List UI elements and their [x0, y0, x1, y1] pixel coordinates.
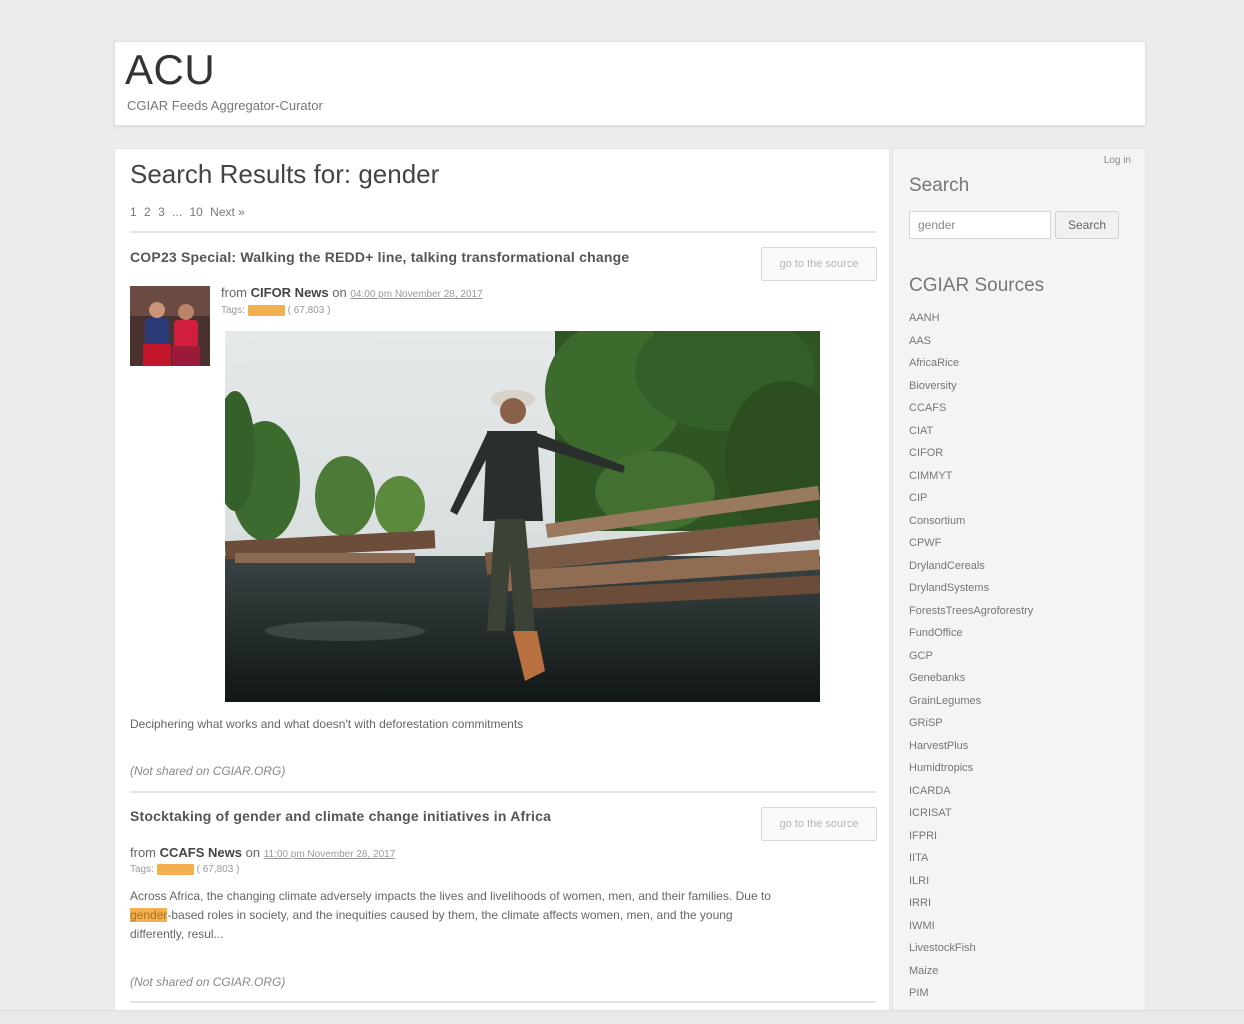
not-shared-note: (Not shared on CGIAR.ORG)	[130, 975, 286, 989]
source-link[interactable]: PIM	[909, 982, 1033, 1005]
post-excerpt: Deciphering what works and what doesn't …	[130, 717, 524, 731]
login-link[interactable]: Log in	[1104, 155, 1131, 166]
source-link[interactable]: AfricaRice	[909, 352, 1033, 375]
source-link[interactable]: ICRISAT	[909, 802, 1033, 825]
source-link[interactable]: GRiSP	[909, 712, 1033, 735]
search-heading: Search	[909, 175, 970, 196]
source-link[interactable]: CIMMYT	[909, 465, 1033, 488]
source-link[interactable]: CIFOR News	[251, 285, 329, 300]
tag-link[interactable]: gender	[247, 305, 285, 316]
go-to-source-button[interactable]: go to the source	[761, 807, 877, 841]
source-link[interactable]: IITA	[909, 847, 1033, 870]
bottom-scrollbar[interactable]	[0, 1010, 1244, 1024]
divider	[130, 1001, 876, 1003]
page-link-3[interactable]: 3	[158, 205, 165, 219]
post-image[interactable]	[225, 331, 820, 702]
main-content: Search Results for: gender 1 2 3 ... 10 …	[114, 148, 890, 1024]
post-tags: Tags: gender ( 67,803 )	[130, 864, 240, 875]
post-title-link[interactable]: COP23 Special: Walking the REDD+ line, t…	[130, 249, 629, 265]
post-date-link[interactable]: 04:00 pm November 28, 2017	[350, 289, 482, 300]
sources-heading: CGIAR Sources	[909, 275, 1045, 296]
pagination: 1 2 3 ... 10 Next »	[130, 205, 249, 219]
post-date-link[interactable]: 11:00 pm November 28, 2017	[264, 849, 396, 860]
source-link[interactable]: CIP	[909, 487, 1033, 510]
source-link[interactable]: ForestsTreesAgroforestry	[909, 600, 1033, 623]
page-title: Search Results for: gender	[130, 159, 440, 189]
site-tagline: CGIAR Feeds Aggregator-Curator	[127, 98, 323, 113]
source-link[interactable]: AANH	[909, 307, 1033, 330]
post-tags: Tags: gender ( 67,803 )	[221, 305, 331, 316]
source-link[interactable]: CPWF	[909, 532, 1033, 555]
source-link[interactable]: Bioversity	[909, 375, 1033, 398]
tag-count: ( 67,803 )	[196, 864, 240, 875]
sources-list: AANH AAS AfricaRice Bioversity CCAFS CIAT CIFO…	[909, 307, 1033, 1024]
source-link[interactable]: GrainLegumes	[909, 690, 1033, 713]
source-link[interactable]: CIFOR	[909, 442, 1033, 465]
source-link[interactable]: Maize	[909, 960, 1033, 983]
page-link-1[interactable]: 1	[130, 205, 137, 219]
post-meta: from CCAFS News on 11:00 pm November 28,…	[130, 845, 396, 860]
not-shared-note: (Not shared on CGIAR.ORG)	[130, 764, 286, 778]
next-page-link[interactable]: Next »	[210, 205, 245, 219]
search-term-highlight: gender	[130, 908, 168, 922]
divider	[130, 791, 876, 793]
sidebar: Log in Search Search CGIAR Sources AANHA…	[892, 148, 1146, 1024]
source-link[interactable]: AAS	[909, 330, 1033, 353]
post-excerpt: Across Africa, the changing climate adve…	[130, 889, 771, 941]
page-ellipsis: ...	[172, 205, 183, 219]
source-link[interactable]: CCAFS News	[160, 845, 242, 860]
site-title[interactable]: ACU	[125, 46, 215, 94]
source-link[interactable]: IFPRI	[909, 825, 1033, 848]
source-link[interactable]: ICARDA	[909, 780, 1033, 803]
divider	[130, 231, 876, 233]
source-link[interactable]: GCP	[909, 645, 1033, 668]
tag-link[interactable]: gender	[156, 864, 194, 875]
source-link[interactable]: ILRI	[909, 870, 1033, 893]
source-link[interactable]: DrylandSystems	[909, 577, 1033, 600]
search-button[interactable]: Search	[1055, 211, 1119, 239]
source-link[interactable]: IRRI	[909, 892, 1033, 915]
source-link[interactable]: HarvestPlus	[909, 735, 1033, 758]
source-link[interactable]: LivestockFish	[909, 937, 1033, 960]
source-link[interactable]: Consortium	[909, 510, 1033, 533]
source-link[interactable]: Humidtropics	[909, 757, 1033, 780]
source-link[interactable]: Genebanks	[909, 667, 1033, 690]
post-title-link[interactable]: Stocktaking of gender and climate change…	[130, 808, 551, 824]
source-link[interactable]: CCAFS	[909, 397, 1033, 420]
post-thumbnail[interactable]	[130, 286, 210, 366]
tag-count: ( 67,803 )	[287, 305, 331, 316]
source-link[interactable]: IWMI	[909, 915, 1033, 938]
source-link[interactable]: CIAT	[909, 420, 1033, 443]
search-input[interactable]	[909, 211, 1051, 239]
post-meta: from CIFOR News on 04:00 pm November 28,…	[221, 285, 483, 300]
site-header: ACU CGIAR Feeds Aggregator-Curator	[114, 41, 1146, 126]
source-link[interactable]: FundOffice	[909, 622, 1033, 645]
go-to-source-button[interactable]: go to the source	[761, 247, 877, 281]
page-link-2[interactable]: 2	[144, 205, 151, 219]
page-link-10[interactable]: 10	[189, 205, 202, 219]
source-link[interactable]: DrylandCereals	[909, 555, 1033, 578]
